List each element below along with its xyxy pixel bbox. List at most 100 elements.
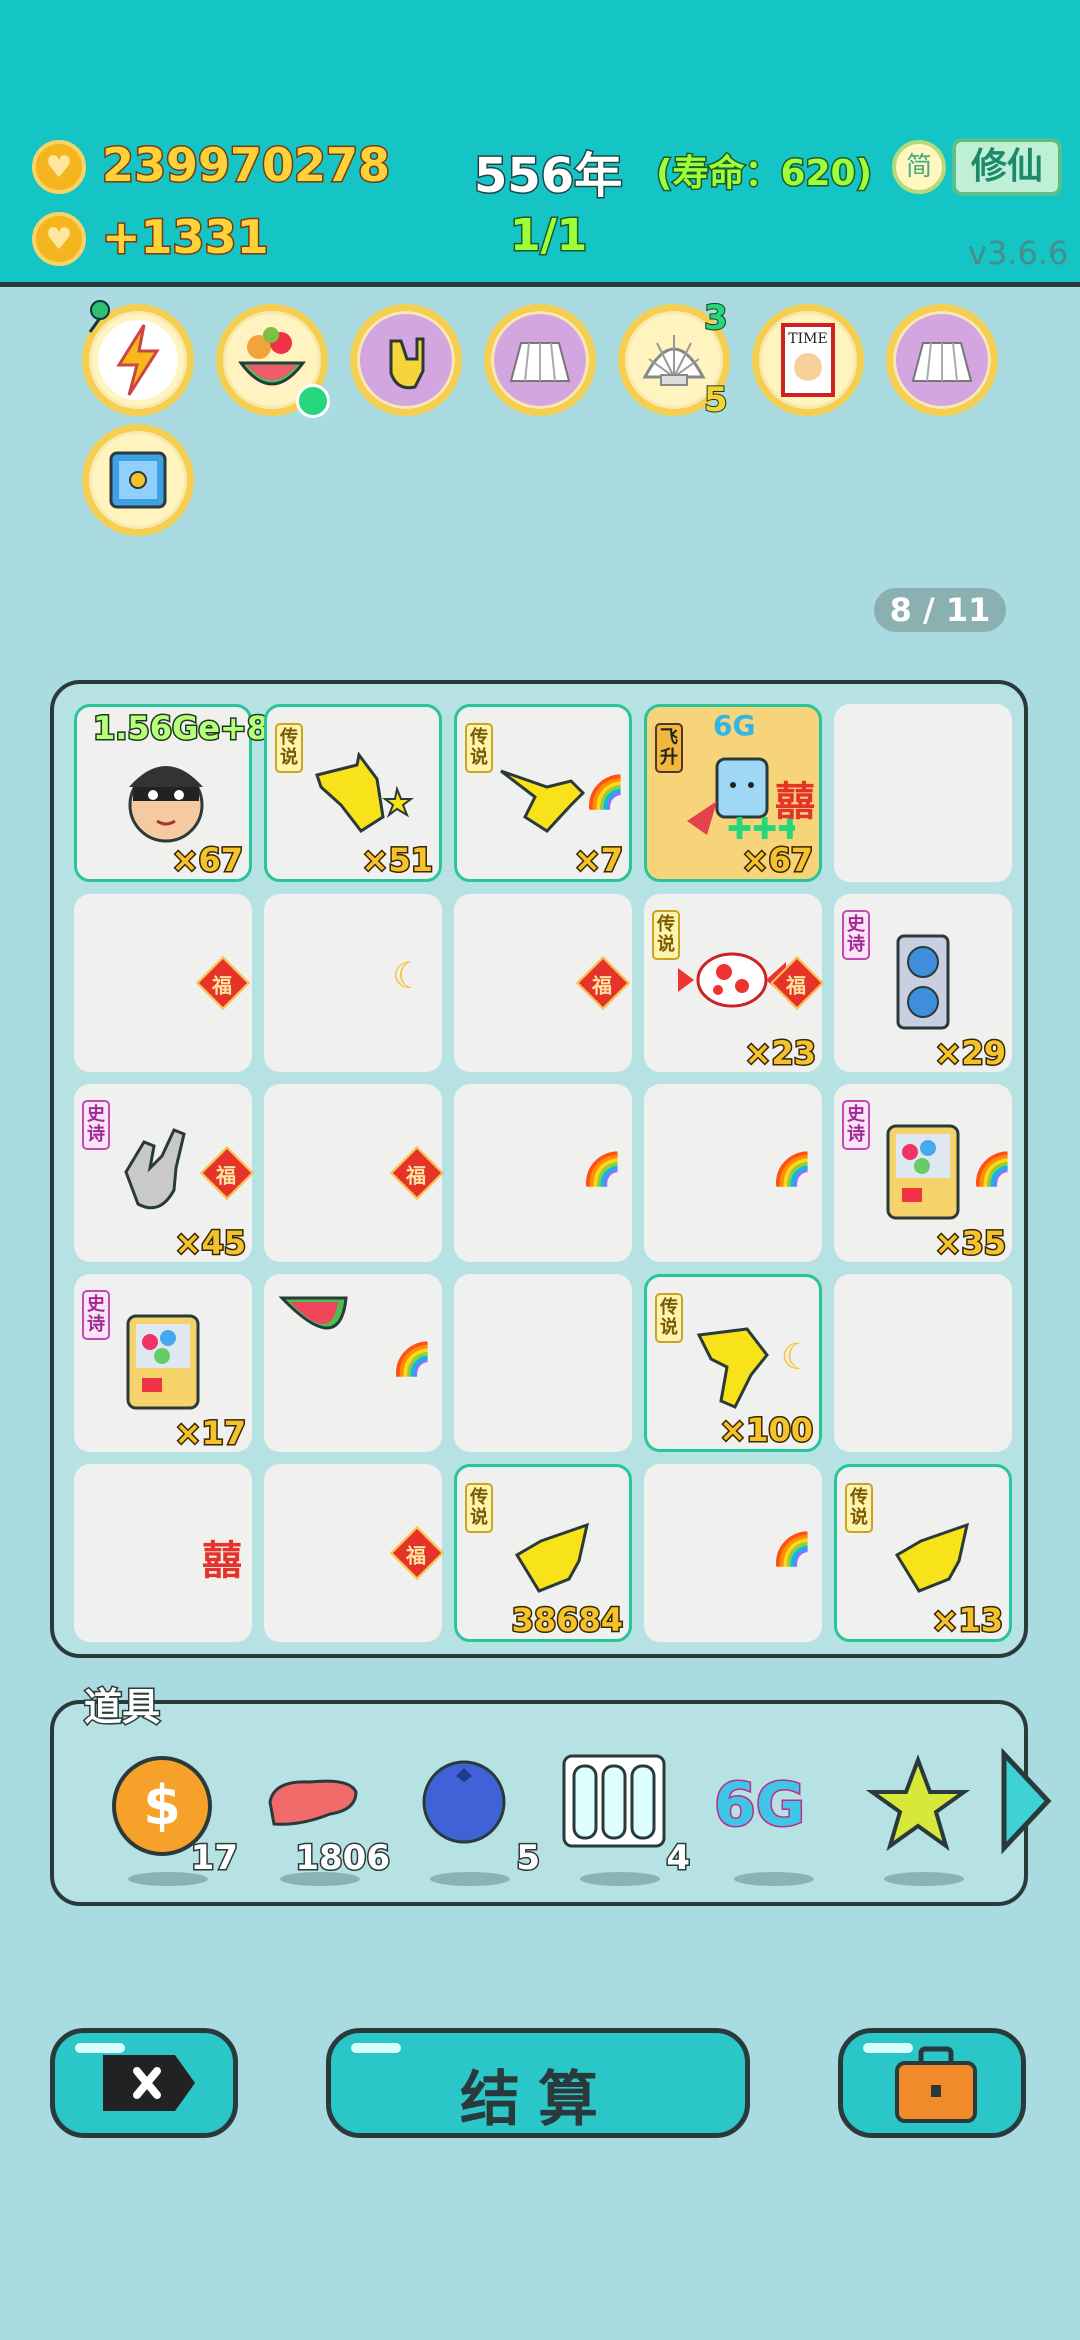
settle-label: 结算 [460, 2065, 616, 2135]
point-left-2-count: ×13 [930, 1600, 1004, 1641]
point-right-count: ×7 [572, 840, 624, 881]
test-tubes-icon [562, 1754, 666, 1848]
blueberry-count: 5 [515, 1837, 542, 1880]
moon-icon: ☾ [780, 1337, 813, 1378]
board-cell-point-right[interactable]: 传说 🌈 ×7 [454, 704, 632, 882]
test-tubes-count: 4 [665, 1837, 692, 1880]
board-cell-rainbow[interactable]: 🌈 [644, 1084, 822, 1262]
time-magazine-buff[interactable]: TIME [752, 304, 864, 416]
board-cell-6g[interactable]: 飞升 6G ✚✚✚ 囍 ×67 [644, 704, 822, 882]
safe-buff[interactable] [82, 424, 194, 536]
close-icon [103, 2055, 195, 2111]
items-title: 道具 [82, 1684, 161, 1731]
skirt-icon [509, 342, 571, 382]
item-gold-coin[interactable]: $ 17 [108, 1752, 240, 1886]
board-cell-fu[interactable]: 福 [264, 1084, 444, 1262]
simplified-chinese-toggle[interactable]: 简 [892, 140, 946, 194]
board-cell-point-down[interactable]: 传说 ☾ ×100 [644, 1274, 822, 1452]
point-up-hand-icon [315, 751, 414, 834]
watermelon-icon [278, 1296, 348, 1330]
rainbow-icon: 🌈 [582, 1150, 622, 1188]
close-button[interactable] [50, 2028, 238, 2138]
board-cell-vending[interactable]: 史诗 ×17 [74, 1274, 252, 1454]
item-star[interactable] [864, 1752, 984, 1886]
rainbow-icon: 🌈 [585, 773, 625, 811]
board-cell-fu[interactable]: 福 [264, 1464, 444, 1642]
board-cell-empty[interactable] [454, 1274, 632, 1452]
double-happiness-icon: 囍 [775, 779, 815, 825]
skirt-buff-1[interactable] [484, 304, 596, 416]
current-year: 556年 [472, 147, 623, 206]
settle-button[interactable]: 结算 [326, 2028, 750, 2138]
time-magazine-text: TIME [788, 331, 827, 347]
point-down-hand-icon [696, 1327, 769, 1409]
pin-icon [88, 300, 110, 333]
board-cell-watermelon[interactable]: 🌈 [264, 1274, 442, 1452]
skirt-icon [911, 342, 973, 382]
rainbow-icon: 🌈 [972, 1150, 1012, 1188]
double-happiness-icon: 囍 [202, 1538, 242, 1584]
rainbow-icon: 🌈 [392, 1340, 432, 1378]
safe-icon [109, 451, 167, 509]
vending-count: ×35 [933, 1223, 1007, 1264]
rainbow-icon: 🌈 [772, 1150, 812, 1188]
board-cell-point-left[interactable]: 传说 38684 [454, 1464, 632, 1642]
version-label: v3.6.6 [968, 234, 1069, 272]
skirt-buff-2[interactable] [886, 304, 998, 416]
rock-hand-buff[interactable] [350, 304, 462, 416]
point-left-count: 38684 [510, 1600, 624, 1641]
fu-icon: 福 [576, 956, 630, 1010]
thief-count: ×67 [170, 840, 244, 881]
item-blueberry[interactable]: 5 [410, 1752, 541, 1886]
item-6g[interactable]: 6G [713, 1752, 834, 1886]
fu-icon: 福 [390, 1526, 444, 1580]
board-cell-thief[interactable]: 1.56Ge+8 ×67 [74, 704, 271, 882]
board-cell-koi[interactable]: 传说 福 ×23 [644, 894, 824, 1074]
rainbow-icon: 🌈 [772, 1530, 812, 1568]
board-cell-xi[interactable]: 囍 [74, 1464, 252, 1642]
board-cell-graphics-card[interactable]: 史诗 ×29 [834, 894, 1012, 1074]
gold-coin-count: 17 [189, 1837, 239, 1880]
board-cell-fu[interactable]: 福 [454, 894, 632, 1072]
board-cell-grey-hand[interactable]: 史诗 福 ×45 [74, 1084, 254, 1264]
vending-count: ×17 [173, 1413, 247, 1454]
graphics-card-count: ×29 [933, 1033, 1007, 1074]
board-cell-vending[interactable]: 史诗 🌈 ×35 [834, 1084, 1012, 1264]
thief-icon [128, 766, 204, 843]
board-cell-point-up[interactable]: 传说 ×51 [264, 704, 442, 882]
cultivate-button[interactable]: 修仙 [952, 138, 1062, 196]
grey-hand-count: ×45 [173, 1223, 247, 1264]
time-magazine-icon: TIME [781, 323, 835, 397]
items-panel: $ 17 1806 5 4 6G [50, 1700, 1028, 1906]
point-left-hand-icon [894, 1522, 970, 1593]
liver-count: 1806 [294, 1837, 392, 1880]
6g-icon: 6G [713, 1769, 807, 1842]
capsule-machine-icon [886, 1124, 960, 1220]
board-cell-empty[interactable] [834, 704, 1012, 882]
point-down-count: ×100 [718, 1410, 815, 1451]
thief-value-label: 1.56Ge+8 [92, 708, 271, 749]
koi-count: ×23 [743, 1033, 817, 1074]
board-cell-rainbow[interactable]: 🌈 [454, 1084, 632, 1262]
level-progress: 1/1 [508, 209, 588, 263]
board-cell-point-left-2[interactable]: 传说 ×13 [834, 1464, 1012, 1642]
item-liver[interactable]: 1806 [260, 1752, 391, 1886]
shell-count-top: 3 [703, 297, 729, 339]
fu-icon: 福 [390, 1146, 444, 1200]
active-dot-icon [296, 384, 330, 418]
capsule-machine-icon [126, 1314, 200, 1410]
item-test-tubes[interactable]: 4 [560, 1752, 691, 1886]
svg-text:$: $ [143, 1774, 181, 1837]
coin-rate-icon [32, 212, 86, 266]
coin-total: 239970278 [100, 137, 391, 194]
board-cell-moon[interactable]: ☾ [264, 894, 442, 1072]
star-icon [865, 1754, 971, 1851]
shell-count-bottom: 5 [703, 379, 729, 421]
board-cell-empty[interactable] [834, 1274, 1012, 1452]
lifespan: (寿命：620) [654, 152, 873, 196]
board-cell-rainbow[interactable]: 🌈 [644, 1464, 822, 1642]
briefcase-button[interactable] [838, 2028, 1026, 2138]
board-page-indicator: 8 / 11 [874, 588, 1006, 632]
board-cell-fu[interactable]: 福 [74, 894, 252, 1072]
chevron-right-icon[interactable] [996, 1746, 1056, 1856]
